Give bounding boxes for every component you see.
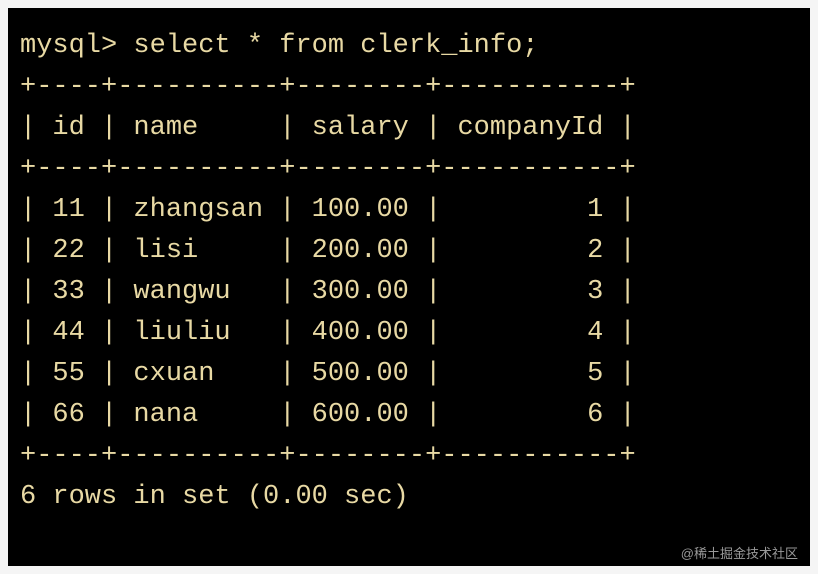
- sql-query: select * from clerk_info;: [133, 31, 538, 61]
- col-header-name: name: [133, 113, 198, 143]
- table-row: | 55 | cxuan | 500.00 | 5 |: [20, 359, 636, 389]
- mysql-terminal[interactable]: mysql> select * from clerk_info; +----+-…: [8, 8, 810, 566]
- result-footer: 6 rows in set (0.00 sec): [20, 482, 409, 512]
- table-row: | 11 | zhangsan | 100.00 | 1 |: [20, 195, 636, 225]
- table-row: | 33 | wangwu | 300.00 | 3 |: [20, 277, 636, 307]
- col-header-companyid: companyId: [457, 113, 603, 143]
- table-row: | 22 | lisi | 200.00 | 2 |: [20, 236, 636, 266]
- table-border-mid: +----+----------+--------+-----------+: [20, 154, 636, 184]
- table-border-top: +----+----------+--------+-----------+: [20, 72, 636, 102]
- prompt: mysql>: [20, 31, 117, 61]
- table-row: | 44 | liuliu | 400.00 | 4 |: [20, 318, 636, 348]
- col-header-salary: salary: [312, 113, 409, 143]
- table-row: | 66 | nana | 600.00 | 6 |: [20, 400, 636, 430]
- table-border-bottom: +----+----------+--------+-----------+: [20, 441, 636, 471]
- col-header-id: id: [52, 113, 84, 143]
- watermark: @稀土掘金技术社区: [681, 543, 798, 562]
- table-header-row: | id | name | salary | companyId |: [20, 113, 636, 143]
